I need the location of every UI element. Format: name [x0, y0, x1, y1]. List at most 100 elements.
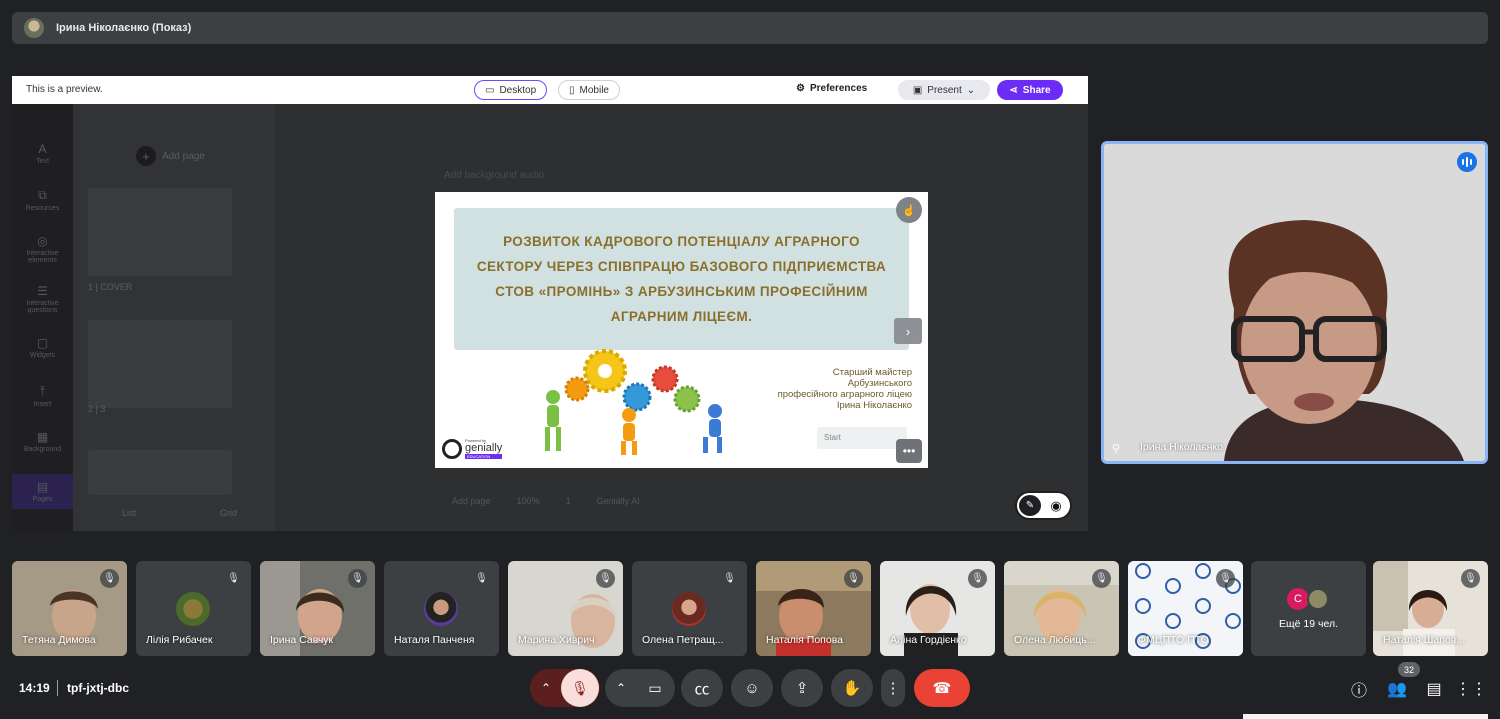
participant-tile[interactable]: 🎙 Аліна Гордієнко [880, 561, 995, 656]
raise-hand-button[interactable]: ✋ [831, 669, 873, 707]
preferences-button[interactable]: ⚙ Preferences [796, 83, 867, 94]
more-vert-icon: ⋮ [885, 680, 901, 697]
chevron-up-icon[interactable]: ⌃ [531, 681, 561, 695]
more-options-button[interactable]: ⋮ [881, 669, 905, 707]
present-label: Present [927, 84, 962, 96]
edit-preview-toggle[interactable]: ✎ ◉ [1015, 491, 1072, 520]
activities-icon[interactable]: ⋮⋮ [1455, 677, 1487, 701]
participant-tile[interactable]: 🎙 Олена Петращ... [632, 561, 747, 656]
mic-off-icon: 🎙 [224, 569, 243, 588]
slide-title-box: РОЗВИТОК КАДРОВОГО ПОТЕНЦІАЛУ АГРАРНОГО … [454, 208, 909, 350]
participant-avatar [424, 592, 458, 626]
presentation-header: Ірина Ніколаєнко (Показ) [12, 12, 1488, 44]
participant-tile[interactable]: 🎙 Лілія Рибачек [136, 561, 251, 656]
desktop-label: Desktop [499, 84, 537, 96]
present-screen-icon: ⇪ [795, 680, 809, 697]
presenter-name: Ірина Ніколаєнко [1140, 441, 1224, 453]
text-icon: A [38, 142, 47, 156]
present-screen-button[interactable]: ⇪ [781, 669, 823, 707]
list-view-label: List [122, 508, 137, 518]
participant-tile[interactable]: 🎙 Наталія Шапов... [1373, 561, 1488, 656]
participant-tile[interactable]: 🎙 Наталя Панченя [384, 561, 499, 656]
mic-off-icon[interactable]: 🎙 [561, 669, 599, 707]
genially-logo: Powered by genially EDUCATION [442, 439, 503, 459]
shared-screen: This is a preview. ▭ Desktop ▯ Mobile ⚙ … [12, 76, 1088, 531]
camera-control[interactable]: ⌃ ▭ [605, 669, 675, 707]
microphone-control[interactable]: ⌃ 🎙 [530, 669, 600, 707]
editor-sidebar: A Text ⧉ Resources ◎ Interactive elements ☰… [12, 104, 73, 531]
participant-tile[interactable]: 🎙 Олена Любиць... [1004, 561, 1119, 656]
participant-tile[interactable]: 🎙 Ірина Савчук [260, 561, 375, 656]
meeting-controls: 14:19 tpf-jxtj-dbc ⌃ 🎙 ⌃ ▭ ㏄ ☺ ⇪ ✋ ⋮ ☎ ⓘ… [0, 661, 1500, 719]
mic-off-icon: 🎙 [472, 569, 491, 588]
page-label: 1 | COVER [88, 282, 133, 292]
mic-off-icon: 🎙 [1461, 569, 1480, 588]
more-participants-label: Ещё 19 чел. [1278, 618, 1338, 630]
interactive-icon: ◎ [37, 234, 48, 248]
page-label: 2 | 3 [88, 404, 106, 414]
desktop-view-button[interactable]: ▭ Desktop [474, 80, 548, 100]
page-thumbnail [88, 320, 232, 408]
sidebar-item-interactive-questions: ☰ Interactive questions [12, 284, 73, 314]
mic-off-icon: 🎙 [968, 569, 987, 588]
hand-icon: ✋ [842, 680, 862, 697]
camera-icon[interactable]: ▭ [636, 669, 674, 707]
add-background-audio: Add background audio [444, 170, 545, 181]
share-icon: ⋖ [1009, 84, 1018, 96]
chevron-down-icon: ⌄ [966, 84, 976, 96]
more-options-icon[interactable]: ••• [896, 439, 922, 463]
clock: 14:19 [19, 681, 50, 695]
eye-icon[interactable]: ◉ [1046, 496, 1066, 516]
speaking-indicator-icon [1457, 152, 1477, 172]
mic-off-icon: 🎙 [100, 569, 119, 588]
participant-tile[interactable]: 🎙 ФМЦПТО ПТО [1128, 561, 1243, 656]
leave-call-button[interactable]: ☎ [914, 669, 970, 707]
sidebar-item-interactive-elements: ◎ Interactive elements [12, 234, 73, 264]
presentation-title: Ірина Ніколаєнко (Показ) [56, 22, 192, 34]
mobile-icon: ▯ [569, 84, 575, 96]
presenter-video-tile[interactable]: ⚲ Ірина Ніколаєнко [1101, 141, 1488, 464]
mic-off-icon: 🎙 [844, 569, 863, 588]
emoji-icon: ☺ [744, 679, 760, 697]
slide-author: Старший майстер Арбузинського професійно… [777, 367, 912, 411]
people-count-badge: 32 [1398, 662, 1420, 677]
people-icon[interactable]: 👥 [1385, 677, 1409, 701]
gears-illustration [545, 349, 722, 455]
sidebar-item-text: A Text [12, 142, 73, 165]
page-thumbnail [88, 188, 232, 276]
interactive-hand-icon[interactable]: ☝ [896, 197, 922, 223]
presenter-avatar [24, 18, 44, 38]
participant-avatar [176, 592, 210, 626]
emoji-button[interactable]: ☺ [731, 669, 773, 707]
preview-toolbar: This is a preview. ▭ Desktop ▯ Mobile ⚙ … [12, 76, 1088, 104]
grid-view-label: Grid [220, 508, 238, 518]
participant-tile[interactable]: 🎙 Тетяна Димова [12, 561, 127, 656]
pin-icon[interactable]: ⚲ [1112, 442, 1120, 455]
slide-title: РОЗВИТОК КАДРОВОГО ПОТЕНЦІАЛУ АГРАРНОГО … [476, 234, 887, 324]
participant-tile[interactable]: 🎙 Марина Хиврич [508, 561, 623, 656]
share-button[interactable]: ⋖ Share [997, 80, 1063, 100]
captions-icon: ㏄ [694, 680, 710, 698]
chat-icon[interactable]: ▤ [1422, 677, 1446, 701]
mic-off-icon: 🎙 [1216, 569, 1235, 588]
desktop-icon: ▭ [485, 84, 495, 96]
system-strip [1243, 714, 1488, 719]
captions-button[interactable]: ㏄ [681, 669, 723, 707]
info-icon[interactable]: ⓘ [1347, 677, 1371, 701]
chevron-up-icon[interactable]: ⌃ [606, 681, 636, 695]
participant-tile[interactable]: 🎙 Наталія Попова [756, 561, 871, 656]
sidebar-item-background: ▦ Background [12, 430, 73, 453]
next-slide-button[interactable]: › [894, 318, 922, 344]
mobile-view-button[interactable]: ▯ Mobile [558, 80, 620, 100]
meeting-code: tpf-jxtj-dbc [67, 681, 129, 695]
more-participants-tile[interactable]: C Ещё 19 чел. [1251, 561, 1366, 656]
insert-icon: ⤒ [39, 384, 46, 398]
present-button[interactable]: ▣ Present ⌄ [898, 80, 990, 100]
pencil-icon[interactable]: ✎ [1019, 495, 1041, 516]
participant-avatar [1307, 588, 1329, 610]
sidebar-item-pages: ▤ Pages [12, 474, 73, 509]
mic-off-icon: 🎙 [1092, 569, 1111, 588]
mobile-label: Mobile [579, 84, 609, 96]
presenter-video [1104, 144, 1485, 461]
start-field[interactable]: Start [817, 427, 907, 449]
